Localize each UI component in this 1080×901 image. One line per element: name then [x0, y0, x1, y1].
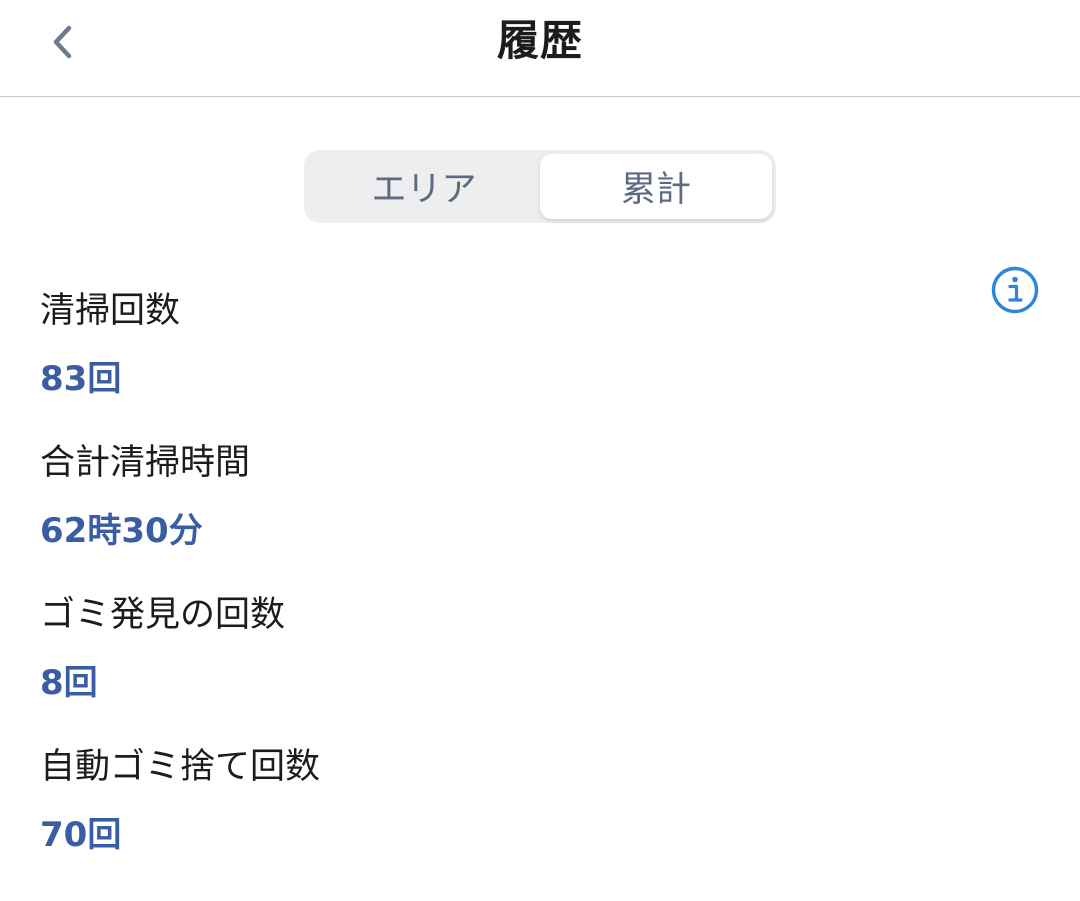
stat-label: ゴミ発見の回数 [40, 595, 286, 635]
segmented-control: エリア 累計 [304, 150, 776, 223]
stat-total-cleaning-time: 合計清掃時間 62時30分 [40, 434, 940, 586]
stat-label: 自動ゴミ捨て回数 [40, 747, 321, 787]
stat-cleaning-count: 清掃回数 83回 [40, 282, 940, 434]
page-title: 履歴 [496, 16, 583, 65]
stat-value: 62時30分 [40, 511, 203, 551]
stat-dirt-detection-count: ゴミ発見の回数 8回 [40, 586, 940, 738]
tab-area[interactable]: エリア [308, 154, 540, 219]
stat-label: 清掃回数 [40, 291, 181, 331]
stat-value: 8回 [40, 663, 98, 703]
navigation-bar: 履歴 [0, 0, 1080, 97]
stat-auto-empty-count: 自動ゴミ捨て回数 70回 [40, 738, 940, 890]
tab-cumulative[interactable]: 累計 [540, 154, 772, 219]
stat-label: 合計清掃時間 [40, 443, 251, 483]
stats-list: 清掃回数 83回 合計清掃時間 62時30分 ゴミ発見の回数 8回 自動ゴミ捨て… [40, 282, 940, 890]
stat-value: 70回 [40, 815, 122, 855]
stat-value: 83回 [40, 359, 122, 399]
info-circle-icon [991, 266, 1039, 314]
info-button[interactable] [989, 264, 1041, 316]
